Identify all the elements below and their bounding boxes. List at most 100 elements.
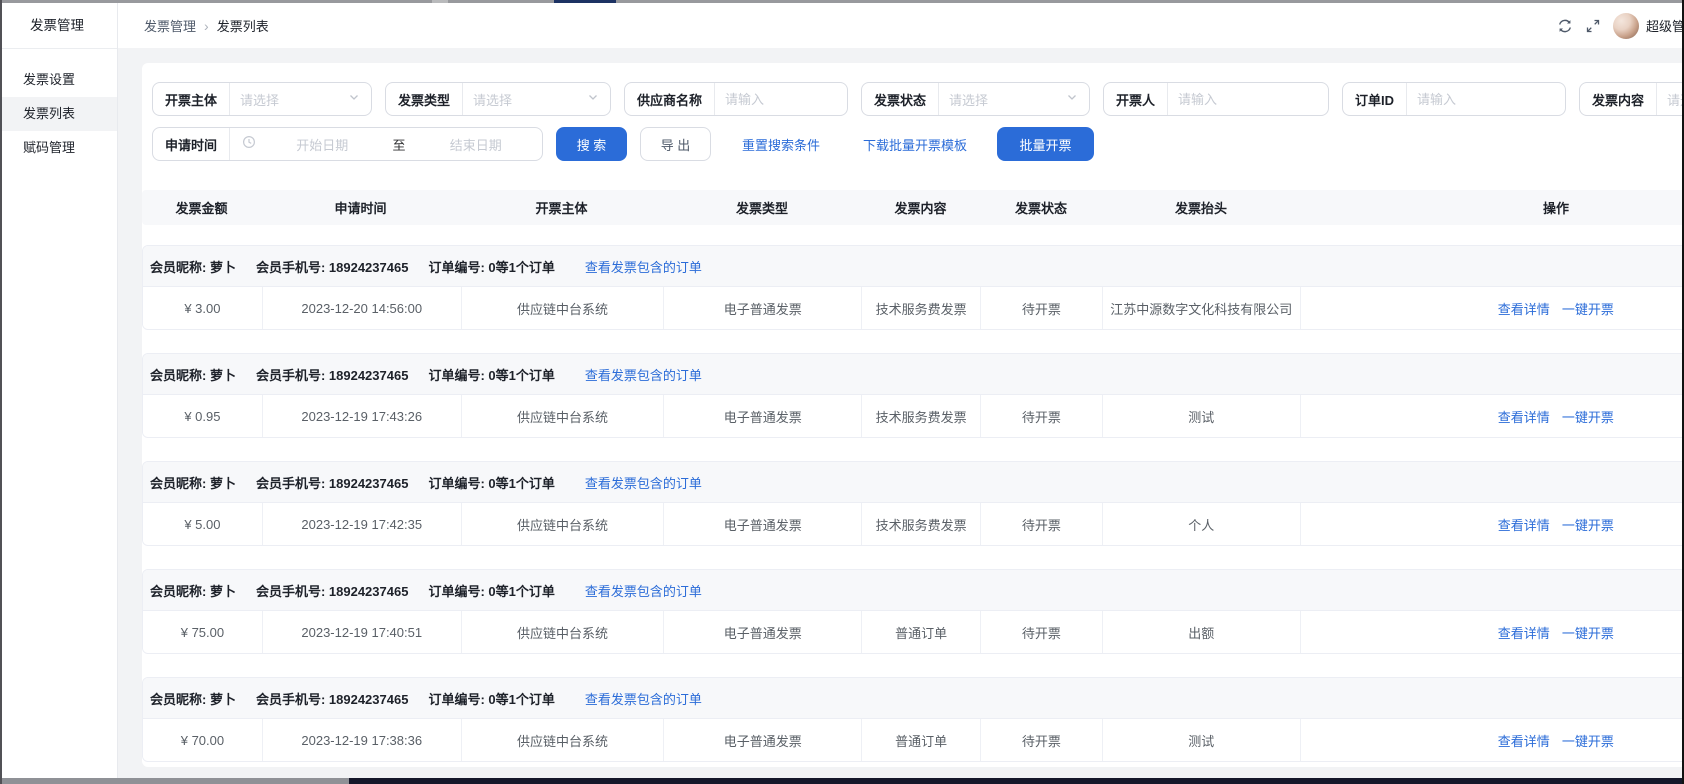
refresh-icon[interactable]: [1557, 18, 1573, 34]
one-click-invoice-link[interactable]: 一键开票: [1562, 623, 1614, 642]
member-phone: 会员手机号: 18924237465: [256, 257, 408, 276]
cell-apply-time: 2023-12-20 14:56:00: [262, 287, 461, 329]
cell-invoice-status: 待开票: [980, 395, 1102, 437]
breadcrumb-invoice-management[interactable]: 发票管理: [144, 16, 196, 35]
order-number: 订单编号: 0等1个订单: [428, 689, 554, 708]
cell-invoice-type: 电子普通发票: [663, 611, 861, 653]
fullscreen-icon[interactable]: [1585, 18, 1601, 34]
table-header-row: 发票金额 申请时间 开票主体 发票类型 发票内容 发票状态 发票抬头 操作: [142, 190, 1684, 225]
search-button[interactable]: 搜 索: [556, 127, 627, 161]
one-click-invoice-link[interactable]: 一键开票: [1562, 407, 1614, 426]
member-phone: 会员手机号: 18924237465: [256, 689, 408, 708]
one-click-invoice-link[interactable]: 一键开票: [1562, 731, 1614, 750]
view-orders-link[interactable]: 查看发票包含的订单: [585, 473, 702, 492]
view-orders-link[interactable]: 查看发票包含的订单: [585, 689, 702, 708]
reset-search-link[interactable]: 重置搜索条件: [742, 135, 820, 154]
cell-invoice-title: 测试: [1102, 395, 1300, 437]
filter-row-1: 开票主体 请选择 发票类型 请选择 供应商名称: [152, 82, 1684, 116]
breadcrumb-separator-icon: ›: [204, 18, 209, 34]
cell-invoice-amount: ¥ 70.00: [143, 719, 262, 761]
scrollbar-thumb[interactable]: [349, 778, 1684, 784]
one-click-invoice-link[interactable]: 一键开票: [1562, 299, 1614, 318]
group-header: 会员昵称: 萝卜 会员手机号: 18924237465 订单编号: 0等1个订单…: [143, 678, 1684, 719]
view-detail-link[interactable]: 查看详情: [1498, 515, 1550, 534]
cell-invoice-amount: ¥ 0.95: [143, 395, 262, 437]
sidebar-item-code-management[interactable]: 赋码管理: [0, 131, 117, 165]
filter-invoice-status[interactable]: 发票状态 请选择: [861, 82, 1090, 116]
column-header-apply-time: 申请时间: [261, 198, 460, 217]
cell-invoice-type: 电子普通发票: [663, 287, 861, 329]
app-window: 发票管理 发票设置 发票列表 赋码管理 发票管理 › 发票列表: [0, 0, 1684, 784]
cell-invoice-amount: ¥ 75.00: [143, 611, 262, 653]
filter-label: 发票类型: [386, 90, 462, 109]
cell-invoice-content: 技术服务费发票: [861, 503, 980, 545]
username-label: 超级管理员: [1646, 16, 1684, 35]
cell-invoice-amount: ¥ 3.00: [143, 287, 262, 329]
end-date-input[interactable]: 结束日期: [410, 135, 542, 154]
cell-invoice-type: 电子普通发票: [663, 503, 861, 545]
batch-invoice-button[interactable]: 批量开票: [997, 127, 1094, 161]
order-id-input[interactable]: [1417, 92, 1555, 107]
view-detail-link[interactable]: 查看详情: [1498, 623, 1550, 642]
cell-actions: 查看详情 一键开票: [1300, 395, 1684, 437]
divider: [229, 128, 230, 160]
cell-subject: 供应链中台系统: [461, 395, 664, 437]
window-top-edge: [0, 0, 1684, 3]
topbar: 发票管理 › 发票列表: [118, 3, 1684, 48]
issuer-input[interactable]: [1178, 92, 1318, 107]
column-header-subject: 开票主体: [460, 198, 663, 217]
order-number: 订单编号: 0等1个订单: [428, 257, 554, 276]
column-header-type: 发票类型: [663, 198, 861, 217]
view-orders-link[interactable]: 查看发票包含的订单: [585, 581, 702, 600]
order-number: 订单编号: 0等1个订单: [428, 365, 554, 384]
cell-invoice-type: 电子普通发票: [663, 719, 861, 761]
filter-invoice-content[interactable]: 发票内容 请选择: [1579, 82, 1684, 116]
horizontal-scrollbar[interactable]: [0, 778, 1684, 784]
sidebar-item-invoice-list[interactable]: 发票列表: [0, 97, 117, 131]
topbar-right: 超级管理员: [1557, 13, 1684, 39]
view-orders-link[interactable]: 查看发票包含的订单: [585, 365, 702, 384]
top-edge-segment: [432, 0, 448, 3]
view-detail-link[interactable]: 查看详情: [1498, 731, 1550, 750]
filter-label: 开票主体: [153, 90, 229, 109]
cell-subject: 供应链中台系统: [461, 611, 664, 653]
one-click-invoice-link[interactable]: 一键开票: [1562, 515, 1614, 534]
sidebar-menu: 发票设置 发票列表 赋码管理: [0, 49, 117, 165]
filter-issuer: 开票人: [1103, 82, 1329, 116]
filter-label: 发票内容: [1580, 90, 1656, 109]
order-number: 订单编号: 0等1个订单: [428, 473, 554, 492]
invoice-group: 会员昵称: 萝卜 会员手机号: 18924237465 订单编号: 0等1个订单…: [142, 353, 1684, 438]
table-row: ¥ 5.00 2023-12-19 17:42:35 供应链中台系统 电子普通发…: [143, 503, 1684, 545]
view-orders-link[interactable]: 查看发票包含的订单: [585, 257, 702, 276]
supplier-name-input[interactable]: [725, 92, 837, 107]
select-placeholder: 请选择: [240, 90, 279, 109]
cell-invoice-content: 普通订单: [861, 611, 980, 653]
group-header: 会员昵称: 萝卜 会员手机号: 18924237465 订单编号: 0等1个订单…: [143, 246, 1684, 287]
cell-apply-time: 2023-12-19 17:43:26: [262, 395, 461, 437]
chevron-down-icon: [587, 90, 599, 108]
sidebar: 发票管理 发票设置 发票列表 赋码管理: [0, 3, 118, 784]
user-avatar[interactable]: [1613, 13, 1639, 39]
cell-invoice-type: 电子普通发票: [663, 395, 861, 437]
select-placeholder: 请选择: [949, 90, 988, 109]
member-nickname: 会员昵称: 萝卜: [150, 257, 236, 276]
export-button[interactable]: 导 出: [640, 127, 711, 161]
breadcrumb: 发票管理 › 发票列表: [144, 16, 269, 35]
cell-invoice-title: 个人: [1102, 503, 1300, 545]
member-nickname: 会员昵称: 萝卜: [150, 365, 236, 384]
view-detail-link[interactable]: 查看详情: [1498, 407, 1550, 426]
view-detail-link[interactable]: 查看详情: [1498, 299, 1550, 318]
clock-icon: [242, 135, 256, 154]
cell-invoice-title: 江苏中源数字文化科技有限公司: [1102, 287, 1300, 329]
filter-apply-time: 申请时间 开始日期 至 结束日期: [152, 127, 543, 161]
member-nickname: 会员昵称: 萝卜: [150, 689, 236, 708]
member-nickname: 会员昵称: 萝卜: [150, 581, 236, 600]
member-phone: 会员手机号: 18924237465: [256, 473, 408, 492]
group-header: 会员昵称: 萝卜 会员手机号: 18924237465 订单编号: 0等1个订单…: [143, 570, 1684, 611]
column-header-amount: 发票金额: [142, 198, 261, 217]
sidebar-item-invoice-settings[interactable]: 发票设置: [0, 63, 117, 97]
filter-invoice-type[interactable]: 发票类型 请选择: [385, 82, 611, 116]
start-date-input[interactable]: 开始日期: [256, 135, 388, 154]
filter-invoice-subject[interactable]: 开票主体 请选择: [152, 82, 372, 116]
download-template-link[interactable]: 下载批量开票模板: [863, 135, 967, 154]
